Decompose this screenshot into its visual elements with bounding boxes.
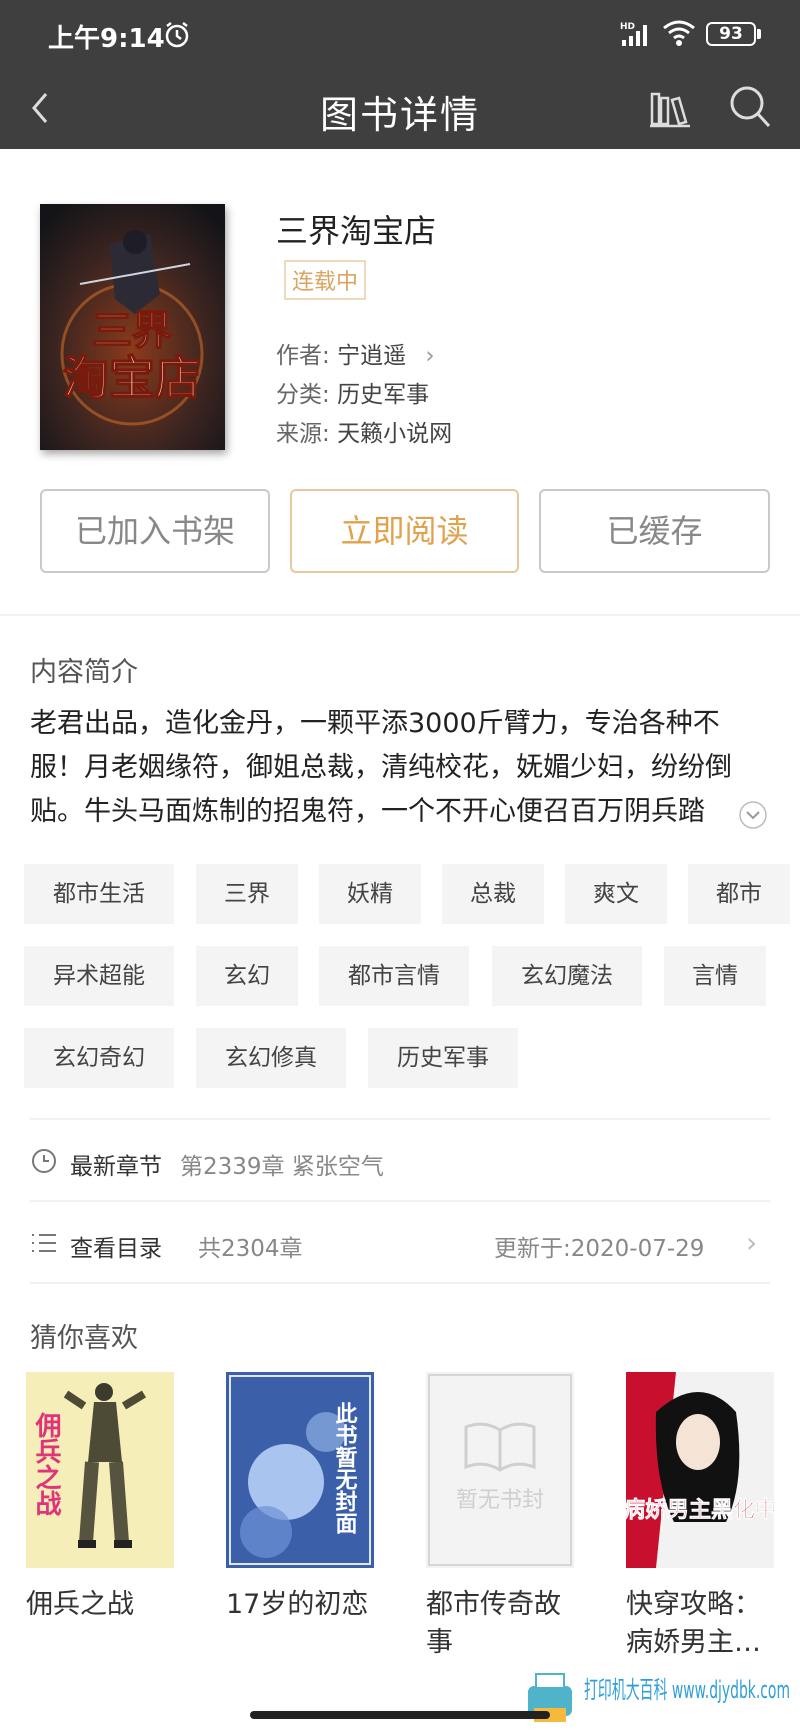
tag[interactable]: 都市生活 [24, 864, 174, 924]
list-icon [32, 1234, 56, 1252]
recommend-cover-art: 暂无书封 [426, 1372, 574, 1568]
status-time: 上午9:14 [48, 24, 165, 54]
recommend-title[interactable]: 17岁的初恋 [226, 1586, 376, 1624]
recommend-title[interactable]: 快穿攻略：病娇男主… [626, 1586, 776, 1662]
category-label: 分类: [276, 382, 330, 408]
recommend-cover-art: 此书暂无封面 [226, 1372, 374, 1568]
tag[interactable]: 总裁 [442, 864, 544, 924]
category-row: 分类: 历史军事 [276, 375, 429, 409]
cover-text: 病娇男主黑化中 [626, 1497, 774, 1523]
nav-bar: 图书详情 [0, 70, 800, 149]
book-cover-art: 三界 淘宝店 [40, 204, 225, 450]
chapter-count: 共2304章 [198, 1236, 303, 1262]
divider [30, 1200, 770, 1202]
intro-heading: 内容简介 [30, 657, 138, 688]
expand-icon[interactable] [738, 800, 768, 830]
home-indicator[interactable] [250, 1711, 550, 1719]
recommend-cover[interactable]: 此书暂无封面 [226, 1372, 374, 1568]
tag[interactable]: 三界 [196, 864, 298, 924]
divider [30, 1118, 770, 1120]
tag[interactable]: 言情 [664, 946, 766, 1006]
tag[interactable]: 妖精 [319, 864, 421, 924]
svg-text:淘宝店: 淘宝店 [63, 351, 201, 405]
book-cover[interactable]: 三界 淘宝店 [40, 204, 225, 450]
tag[interactable]: 玄幻奇幻 [24, 1028, 174, 1088]
chevron-right-icon: › [425, 343, 435, 369]
tag[interactable]: 都市言情 [319, 946, 469, 1006]
read-now-button[interactable]: 立即阅读 [290, 489, 519, 573]
recommend-cover-art: 佣兵之战 [26, 1372, 174, 1568]
recommend-heading: 猜你喜欢 [30, 1323, 138, 1354]
signal-icon: HD [620, 22, 647, 46]
category-value: 历史军事 [337, 382, 430, 408]
status-badge: 连载中 [284, 260, 367, 300]
divider [0, 614, 800, 616]
author-label: 作者: [276, 343, 330, 369]
chevron-right-icon: › [746, 1226, 758, 1259]
source-label: 来源: [276, 421, 330, 447]
add-to-shelf-button[interactable]: 已加入书架 [40, 489, 270, 573]
tag[interactable]: 都市 [688, 864, 790, 924]
book-title: 三界淘宝店 [276, 212, 437, 250]
recommend-cover[interactable]: 佣兵之战 [26, 1372, 174, 1568]
svg-text:三界: 三界 [92, 308, 172, 354]
tag[interactable]: 玄幻 [196, 946, 298, 1006]
svg-text:HD: HD [620, 22, 635, 32]
battery-tip [757, 29, 761, 39]
source-value: 天籁小说网 [337, 421, 453, 447]
search-icon[interactable] [728, 84, 772, 130]
cover-text: 佣兵之战 [31, 1412, 62, 1516]
tag[interactable]: 玄幻魔法 [492, 946, 642, 1006]
divider [30, 1282, 770, 1284]
watermark-logo: 打印机大百科 www.djydbk.com [528, 1673, 790, 1722]
tag[interactable]: 玄幻修真 [196, 1028, 346, 1088]
author-row[interactable]: 作者: 宁逍遥 › [276, 336, 435, 370]
recommend-cover[interactable]: 病娇男主黑化中 [626, 1372, 774, 1568]
latest-chapter-label: 最新章节 [70, 1154, 162, 1180]
tag[interactable]: 历史军事 [368, 1028, 518, 1088]
recommend-title[interactable]: 佣兵之战 [26, 1586, 176, 1624]
update-date: 更新于:2020-07-29 [494, 1236, 705, 1262]
intro-text[interactable]: 老君出品，造化金丹，一颗平添3000斤臂力，专治各种不服！月老姻缘符，御姐总裁，… [30, 702, 760, 834]
tag[interactable]: 异术超能 [24, 946, 174, 1006]
cover-text: 此书暂无封面 [332, 1402, 358, 1535]
alarm-icon [165, 22, 189, 48]
catalog-label: 查看目录 [70, 1236, 162, 1262]
clock-icon [32, 1149, 56, 1173]
battery-indicator: 93 [706, 22, 756, 46]
wifi-icon [663, 20, 695, 46]
recommend-cover[interactable]: 暂无书封 [426, 1372, 574, 1568]
source-row: 来源: 天籁小说网 [276, 414, 452, 448]
top-bar: 上午9:14 HD 93 图书详情 [0, 0, 800, 149]
recommend-cover-art: 病娇男主黑化中 [626, 1372, 774, 1568]
bookshelf-icon[interactable] [648, 86, 692, 130]
latest-chapter-value: 第2339章 紧张空气 [180, 1154, 384, 1180]
cover-text: 暂无书封 [456, 1488, 544, 1513]
status-bar: 上午9:14 HD 93 [0, 0, 800, 70]
watermark-text: 打印机大百科 www.djydbk.com [584, 1676, 790, 1704]
tag[interactable]: 爽文 [565, 864, 667, 924]
recommend-title[interactable]: 都市传奇故事 [426, 1586, 576, 1662]
author-name: 宁逍遥 [337, 343, 407, 369]
cached-button[interactable]: 已缓存 [539, 489, 770, 573]
